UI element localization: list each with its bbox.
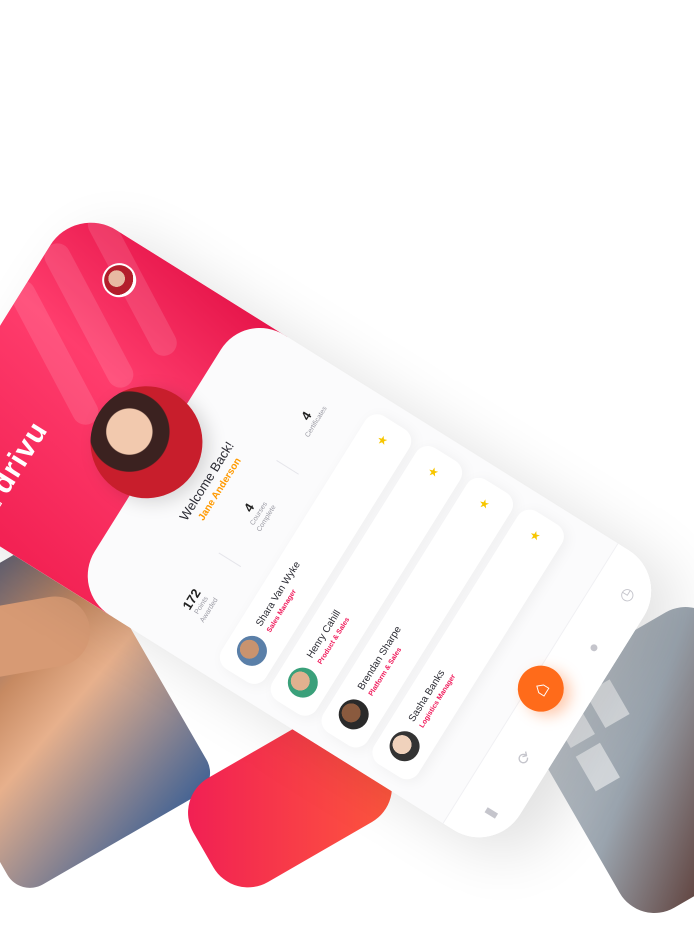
divider: [276, 460, 299, 476]
history-icon[interactable]: ◷: [614, 584, 638, 606]
divider: [218, 552, 242, 567]
avatar: [282, 661, 324, 704]
photo-window-shape: [575, 742, 620, 792]
user-icon[interactable]: ●: [584, 639, 604, 657]
avatar: [231, 630, 273, 672]
star-icon[interactable]: ★: [374, 432, 392, 449]
book-icon[interactable]: ▮: [480, 803, 502, 821]
stat-certificates: 4 Certificates: [279, 378, 349, 463]
star-icon[interactable]: ★: [475, 496, 493, 513]
stat-courses: 4 Courses Complete: [221, 470, 291, 555]
avatar: [333, 693, 375, 736]
photo-hand-shape: [0, 590, 96, 685]
home-icon: ⌂: [526, 676, 555, 701]
star-icon[interactable]: ★: [424, 464, 442, 481]
app-logo: ⌂drivu: [0, 415, 55, 519]
stat-points: 172 Points Awarded: [164, 561, 234, 646]
logo-text: drivu: [0, 415, 55, 500]
avatar: [383, 725, 426, 767]
refresh-icon[interactable]: ⟳: [513, 747, 537, 769]
star-icon[interactable]: ★: [526, 527, 544, 544]
